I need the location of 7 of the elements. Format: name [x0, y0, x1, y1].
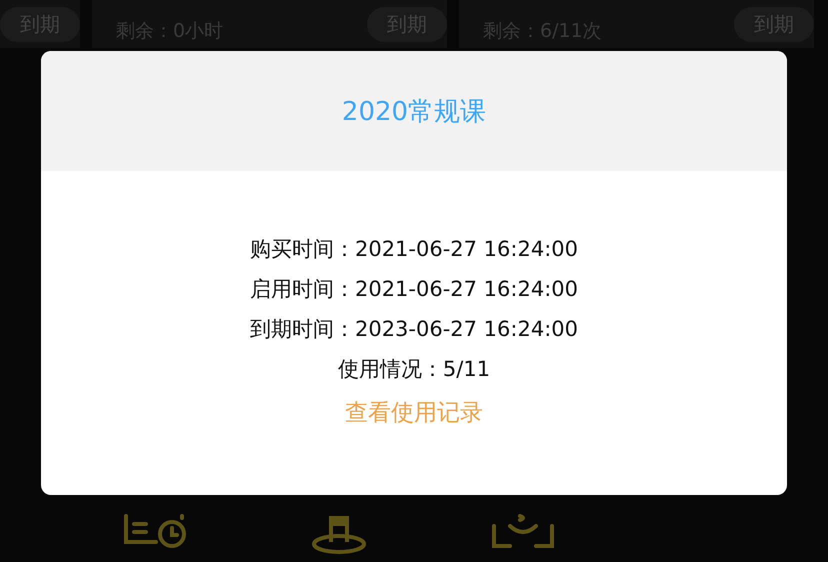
usage-record-link[interactable]: 查看使用记录 [345, 396, 483, 430]
dialog-title: 2020常规课 [342, 96, 486, 128]
calendar-clock-icon[interactable] [122, 514, 188, 550]
info-line: 购买时间：2021-06-27 16:24:00 [250, 236, 578, 263]
info-line: 到期时间：2023-06-27 16:24:00 [250, 316, 578, 343]
info-line: 启用时间：2021-06-27 16:24:00 [250, 276, 578, 303]
info-line: 使用情况：5/11 [338, 356, 490, 383]
